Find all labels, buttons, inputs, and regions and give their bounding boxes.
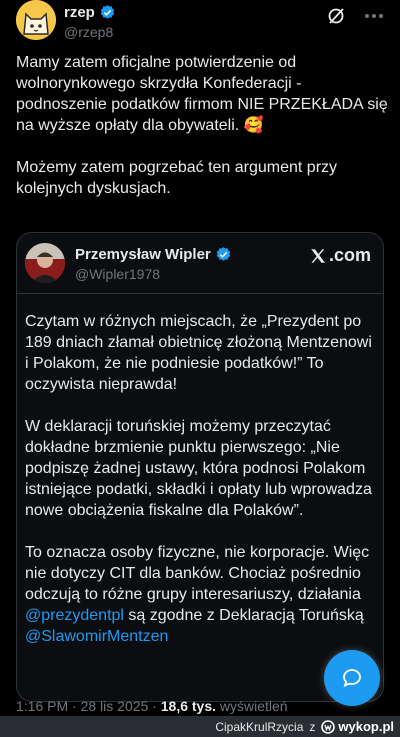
tweet-metadata: 1:16 PM · 28 lis 2025 · 18,6 tys. wyświe… xyxy=(16,698,288,714)
grok-icon[interactable] xyxy=(326,6,346,26)
mention-link[interactable]: @prezydentpl xyxy=(25,607,124,624)
view-count: 18,6 tys. xyxy=(160,698,217,714)
quote-text: Czytam w różnych miejscach, że „Prezyden… xyxy=(25,311,377,668)
quote-author-name[interactable]: Przemysław Wipler xyxy=(75,246,211,263)
quote-paragraph: To oznacza osoby fizyczne, nie korporacj… xyxy=(25,542,377,647)
wykop-logo: wykop.pl xyxy=(321,719,394,734)
watermark-user: CipakKrulRzycia xyxy=(215,719,304,734)
watermark-site: wykop.pl xyxy=(338,719,394,734)
quote-paragraph: Czytam w różnych miejscach, że „Prezyden… xyxy=(25,313,372,393)
avatar[interactable] xyxy=(16,0,56,40)
quote-text-segment: są zgodne z Deklaracją Toruńską xyxy=(123,607,364,624)
more-options-icon[interactable] xyxy=(364,6,384,26)
quote-text-segment: To oznacza osoby fizyczne, nie korporacj… xyxy=(25,544,370,603)
quoted-tweet[interactable]: Przemysław Wipler @Wipler1978 .com Czyta… xyxy=(16,232,384,702)
quote-avatar[interactable] xyxy=(25,243,65,283)
verified-badge-icon xyxy=(100,5,115,19)
timestamp[interactable]: 1:16 PM · 28 lis 2025 · xyxy=(16,698,161,714)
mention-link[interactable]: @SlawomirMentzen xyxy=(25,628,168,645)
tweet-paragraph: Możemy zatem pogrzebać ten argument przy… xyxy=(16,159,338,197)
divider xyxy=(17,293,383,294)
watermark-separator: z xyxy=(309,719,316,734)
wykop-logo-icon xyxy=(321,719,336,734)
source-domain: .com xyxy=(328,245,371,265)
x-logo-icon xyxy=(311,248,325,263)
tweet-header: rzep @rzep8 xyxy=(16,0,384,60)
reply-button[interactable] xyxy=(324,650,380,706)
verified-badge-icon xyxy=(216,247,231,261)
quote-author-handle[interactable]: @Wipler1978 xyxy=(75,266,160,282)
person-photo-icon xyxy=(25,243,65,283)
views-label: wyświetleń xyxy=(216,698,288,714)
tweet-text: Mamy zatem oficjalne potwierdzenie od wo… xyxy=(16,52,388,220)
watermark-bar: CipakKrulRzycia z wykop.pl xyxy=(0,716,400,737)
source-label: .com xyxy=(309,245,371,266)
reply-icon xyxy=(343,669,361,688)
quote-paragraph: W deklaracji toruńskiej możemy przeczyta… xyxy=(25,418,372,519)
cat-face-icon xyxy=(16,0,56,40)
tweet-paragraph: Mamy zatem oficjalne potwierdzenie od wo… xyxy=(16,54,388,134)
author-name[interactable]: rzep xyxy=(64,4,95,21)
author-handle[interactable]: @rzep8 xyxy=(64,24,113,40)
